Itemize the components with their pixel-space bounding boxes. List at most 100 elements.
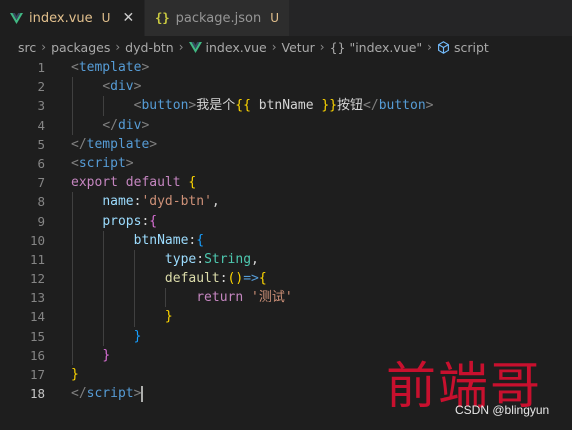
breadcrumb-separator: › [271, 40, 277, 54]
code-token: div [110, 79, 134, 95]
line-number: 5 [37, 136, 45, 152]
code-token: > [425, 98, 434, 114]
code-token: { [188, 175, 197, 191]
breadcrumb-separator: › [115, 40, 121, 54]
code-line[interactable]: 15 } [0, 326, 572, 346]
code-token: , [211, 194, 220, 210]
tab-package-json[interactable]: {} package.json U [145, 0, 291, 36]
code-line[interactable]: 11 type:String, [0, 249, 572, 270]
code-token: } [164, 309, 173, 325]
line-number: 13 [29, 290, 45, 306]
code-token: () [227, 271, 244, 287]
code-text: <template> [71, 58, 149, 77]
breadcrumb-item-index-vue-module[interactable]: {} "index.vue" [330, 40, 423, 55]
line-number: 17 [29, 367, 45, 382]
code-line[interactable]: 3 <button>我是个{{ btnName }}按钮</button> [0, 96, 572, 116]
code-token: }} [321, 98, 338, 114]
breadcrumb-label: index.vue [205, 39, 267, 55]
code-token: String [204, 251, 252, 267]
code-token: > [125, 155, 134, 171]
line-number: 8 [37, 194, 45, 210]
line-number: 12 [29, 271, 45, 287]
breadcrumb-item-src[interactable]: src [18, 40, 36, 55]
code-text: <button>我是个{{ btnName }}按钮</button> [71, 96, 434, 115]
code-token: </ [71, 386, 87, 402]
cube-icon [438, 40, 449, 54]
close-icon[interactable]: ✕ [122, 10, 134, 26]
code-line[interactable]: 4 </div> [0, 115, 572, 135]
vue-icon [188, 41, 202, 53]
breadcrumb-separator: › [319, 40, 325, 54]
code-token: , [251, 251, 259, 267]
code-text: </script> [71, 384, 144, 403]
code-token: < [71, 60, 79, 75]
code-line[interactable]: 13 return '测试' [0, 288, 572, 308]
line-number: 2 [37, 79, 45, 95]
code-token: default [125, 175, 181, 191]
code-text: } [71, 346, 110, 365]
code-line[interactable]: 10 btnName:{ [0, 230, 572, 250]
code-token: button [378, 98, 426, 114]
code-text: <script> [71, 154, 134, 173]
code-line[interactable]: 7 export default { [0, 173, 572, 192]
breadcrumb-item-dyd-btn[interactable]: dyd-btn [125, 40, 174, 55]
code-token: template [78, 60, 142, 75]
code-token: > [149, 136, 158, 152]
code-token: { [149, 213, 158, 229]
code-token: } [102, 347, 111, 363]
code-token: => [243, 271, 259, 287]
breadcrumb-item-vetur[interactable]: Vetur [282, 40, 315, 55]
modified-badge: U [101, 11, 111, 25]
code-token: script [78, 155, 126, 171]
code-token: {{ [235, 98, 251, 114]
code-token: template [86, 136, 150, 152]
code-token: : [196, 251, 205, 267]
code-text: return '测试' [71, 288, 293, 307]
code-line[interactable]: 12 default:()=>{ [0, 269, 572, 289]
code-token: < [71, 155, 79, 171]
code-token: </ [102, 117, 118, 133]
code-line[interactable]: 8 name:'dyd-btn', [0, 192, 572, 212]
code-token: > [141, 117, 150, 133]
code-token: { [258, 271, 267, 287]
code-text: } [71, 327, 142, 346]
code-token: '测试' [251, 290, 293, 306]
breadcrumb-item-index-vue[interactable]: index.vue [188, 39, 267, 55]
code-line[interactable]: 1 <template> [0, 58, 572, 77]
code-line[interactable]: 5 </template> [0, 135, 572, 154]
code-text: <div> [71, 77, 141, 96]
tab-index-vue[interactable]: index.vue U ✕ [0, 0, 146, 36]
line-number: 9 [37, 213, 45, 229]
code-line[interactable]: 2 <div> [0, 77, 572, 97]
code-token: 'dyd-btn' [141, 194, 212, 210]
breadcrumb-separator: › [427, 40, 432, 54]
code-text: </div> [71, 116, 149, 135]
code-token: < [102, 79, 111, 95]
watermark-credit: CSDN @blingyun [455, 403, 550, 417]
line-number: 1 [37, 60, 45, 75]
code-token: return [196, 290, 244, 306]
code-token: </ [71, 136, 87, 152]
tab-label: package.json [175, 10, 262, 26]
modified-badge: U [270, 11, 280, 25]
breadcrumb-item-script[interactable]: script [437, 40, 489, 55]
code-text: </template> [71, 135, 157, 154]
code-token: { [196, 232, 205, 248]
breadcrumb-item-packages[interactable]: packages [51, 40, 110, 55]
code-line[interactable]: 9 props:{ [0, 211, 572, 231]
code-token: </ [363, 98, 379, 114]
code-line[interactable]: 14 } [0, 307, 572, 327]
code-line[interactable]: 6 <script> [0, 154, 572, 173]
code-text: btnName:{ [71, 231, 204, 250]
